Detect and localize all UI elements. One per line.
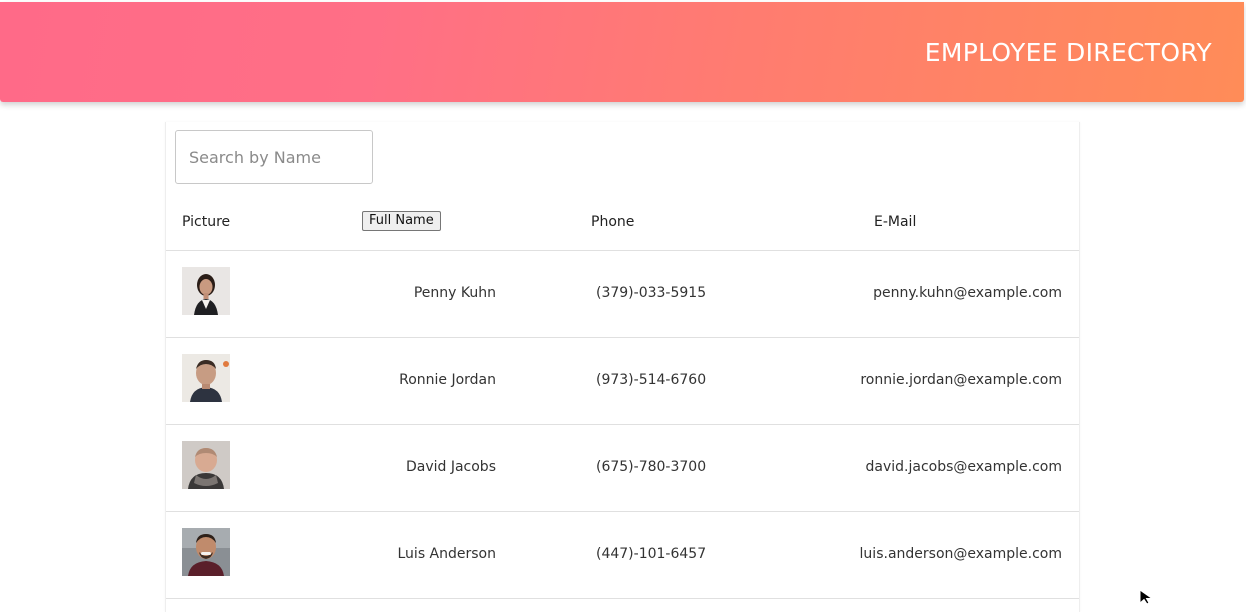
- table-header: Picture Full Name Phone E-Mail: [166, 198, 1079, 251]
- table-row: Ronnie Jordan (973)-514-6760 ronnie.jord…: [166, 338, 1079, 425]
- avatar: [182, 267, 230, 315]
- employee-phone: (447)-101-6457: [596, 546, 707, 562]
- employee-phone: (675)-780-3700: [596, 459, 707, 475]
- search-input[interactable]: [175, 130, 373, 184]
- table-row: David Jacobs (675)-780-3700 david.jacobs…: [166, 425, 1079, 512]
- directory-card: Picture Full Name Phone E-Mail Penny Kuh…: [165, 122, 1080, 612]
- employee-email: david.jacobs@example.com: [865, 459, 1063, 475]
- employee-name: Ronnie Jordan: [399, 372, 496, 388]
- avatar: [182, 354, 230, 402]
- employee-name: David Jacobs: [405, 459, 496, 475]
- employee-name: Penny Kuhn: [413, 285, 496, 301]
- avatar: [182, 528, 230, 576]
- avatar: [182, 441, 230, 489]
- employee-name: Luis Anderson: [397, 546, 497, 562]
- app-header: EMPLOYEE DIRECTORY: [0, 2, 1244, 102]
- employee-phone: (973)-514-6760: [596, 372, 707, 388]
- table-row: Luis Anderson (447)-101-6457 luis.anders…: [166, 512, 1079, 599]
- mouse-cursor-icon: [1139, 589, 1155, 609]
- sort-by-name-button[interactable]: Full Name: [362, 211, 441, 231]
- employee-email: ronnie.jordan@example.com: [860, 372, 1062, 388]
- column-header-email: E-Mail: [874, 214, 917, 230]
- column-header-phone: Phone: [591, 214, 635, 230]
- page-title: EMPLOYEE DIRECTORY: [924, 38, 1212, 67]
- table-row: Penny Kuhn (379)-033-5915 penny.kuhn@exa…: [166, 251, 1079, 338]
- employee-email: penny.kuhn@example.com: [873, 285, 1062, 301]
- employee-email: luis.anderson@example.com: [859, 546, 1062, 562]
- column-header-picture: Picture: [182, 214, 231, 230]
- employee-phone: (379)-033-5915: [596, 285, 707, 301]
